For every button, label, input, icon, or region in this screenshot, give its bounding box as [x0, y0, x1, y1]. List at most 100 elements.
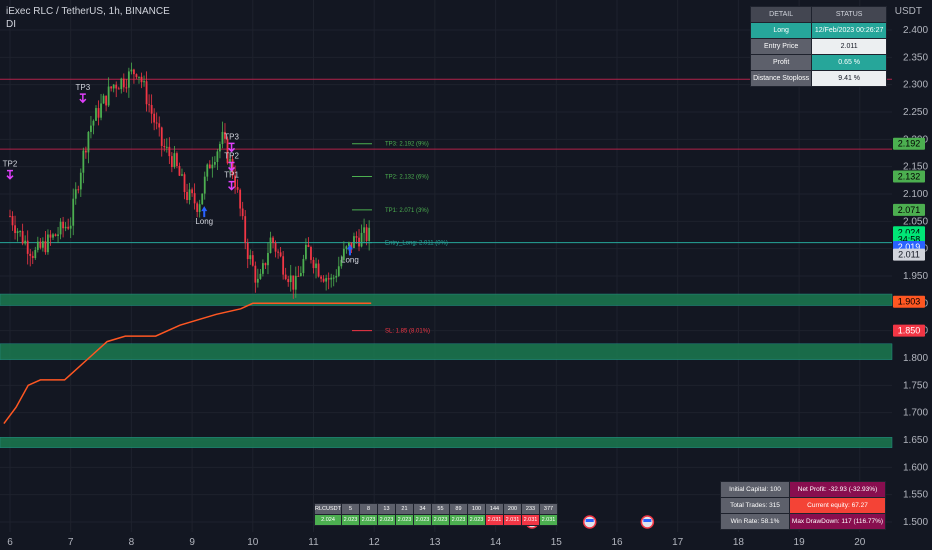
support-zone: [0, 437, 893, 448]
candle-body: [325, 278, 328, 282]
candle-body: [297, 275, 300, 277]
candle-body: [254, 265, 257, 283]
ma-value-cell: 2.023: [358, 514, 378, 526]
candle-body: [317, 263, 320, 277]
candles: [9, 62, 371, 299]
candle-body: [79, 172, 82, 190]
price-tick-label: 1.950: [903, 271, 928, 282]
candle-body: [208, 164, 211, 169]
candle-body: [29, 253, 32, 256]
time-tick-label: 18: [733, 537, 745, 548]
candle-body: [277, 251, 279, 253]
candle-body: [287, 279, 290, 283]
candle-body: [153, 113, 156, 123]
time-tick-label: 11: [308, 537, 319, 548]
take-profit-arrow-icon: [79, 93, 87, 104]
take-profit-label: TP1: [224, 171, 239, 180]
candle-body: [34, 249, 37, 259]
candle-body: [102, 95, 105, 104]
candle-body: [178, 166, 181, 176]
ma-period-header: 233: [520, 503, 540, 515]
ma-value-cell: 2.031: [538, 514, 558, 526]
take-profit-arrow-icon: [228, 180, 236, 191]
candle-body: [244, 216, 247, 243]
candle-body: [165, 146, 168, 148]
candle-body: [47, 234, 49, 253]
candle-body: [307, 244, 310, 248]
time-tick-label: 9: [189, 537, 195, 548]
price-tick-label: 2.100: [903, 189, 928, 200]
candle-body: [163, 145, 166, 148]
detail-header: DETAIL: [749, 6, 813, 23]
candle-body: [145, 81, 148, 105]
ma-value-cell: 2.023: [340, 514, 360, 526]
candle-body: [74, 189, 77, 199]
stats-label: Total Trades: 315: [720, 497, 790, 514]
candle-body: [330, 277, 333, 280]
price-axis: 1.5001.5501.6001.6501.7001.7501.8001.850…: [903, 25, 928, 528]
time-tick-label: 15: [551, 537, 563, 548]
candle-body: [92, 120, 95, 126]
price-tick-label: 1.800: [903, 353, 928, 364]
candle-body: [155, 122, 158, 124]
price-tick-label: 2.250: [903, 107, 928, 118]
ma-period-header: 55: [430, 503, 450, 515]
candle-body: [160, 127, 163, 146]
price-badge-label: 2.071: [898, 205, 921, 215]
candle-body: [57, 234, 59, 236]
candle-body: [14, 225, 16, 234]
candle-body: [365, 227, 368, 242]
ma-period-header: 377: [538, 503, 558, 515]
candle-body: [193, 193, 196, 204]
take-profit-label: TP2: [224, 151, 239, 160]
ma-value-cell: 2.031: [520, 514, 540, 526]
candle-body: [368, 227, 371, 242]
candle-body: [355, 236, 358, 238]
candle-body: [133, 69, 135, 75]
candle-body: [186, 192, 188, 201]
candle-body: [251, 255, 254, 266]
candle-body: [221, 131, 224, 145]
candle-body: [353, 236, 355, 249]
horizontal-lines: [0, 78, 892, 244]
ma-value-cell: 2.023: [430, 514, 450, 526]
candle-body: [183, 174, 186, 193]
candle-body: [122, 78, 125, 88]
detail-label: Entry Price: [749, 38, 813, 55]
candle-body: [31, 255, 34, 259]
candle-body: [36, 241, 39, 250]
price-tick-label: 1.550: [903, 490, 928, 501]
candle-body: [337, 266, 340, 276]
candle-body: [206, 164, 209, 177]
candle-body: [327, 278, 330, 280]
candle-body: [143, 81, 145, 83]
take-profit-label: TP3: [76, 83, 91, 92]
candle-body: [264, 263, 267, 266]
candle-body: [100, 103, 102, 118]
symbol-title[interactable]: iExec RLC / TetherUS, 1h, BINANCE: [6, 6, 170, 17]
candle-body: [120, 78, 123, 90]
candle-body: [196, 203, 199, 212]
candle-body: [148, 104, 151, 106]
stats-label: Win Rate: 58.1%: [720, 513, 790, 530]
candle-body: [249, 255, 252, 260]
ma-period-header: 21: [394, 503, 414, 515]
candle-body: [181, 174, 183, 176]
candle-body: [11, 216, 14, 226]
candle-body: [310, 247, 312, 260]
candle-body: [292, 275, 295, 290]
candle-body: [168, 146, 171, 157]
candle-body: [84, 150, 87, 153]
price-tick-label: 2.300: [903, 80, 928, 91]
ma-period-header: 5: [340, 503, 360, 515]
price-tick-label: 2.050: [903, 216, 928, 227]
candle-body: [279, 252, 282, 257]
price-tick-label: 2.400: [903, 25, 928, 36]
strategy-stats-table: Initial Capital: 100 Net Profit: -32.93 …: [720, 481, 886, 530]
time-tick-label: 17: [672, 537, 684, 548]
indicator-name[interactable]: DI: [6, 19, 16, 30]
candle-body: [216, 151, 219, 163]
candle-body: [198, 204, 201, 212]
candle-body: [77, 189, 80, 191]
price-tick-label: 1.750: [903, 380, 928, 391]
